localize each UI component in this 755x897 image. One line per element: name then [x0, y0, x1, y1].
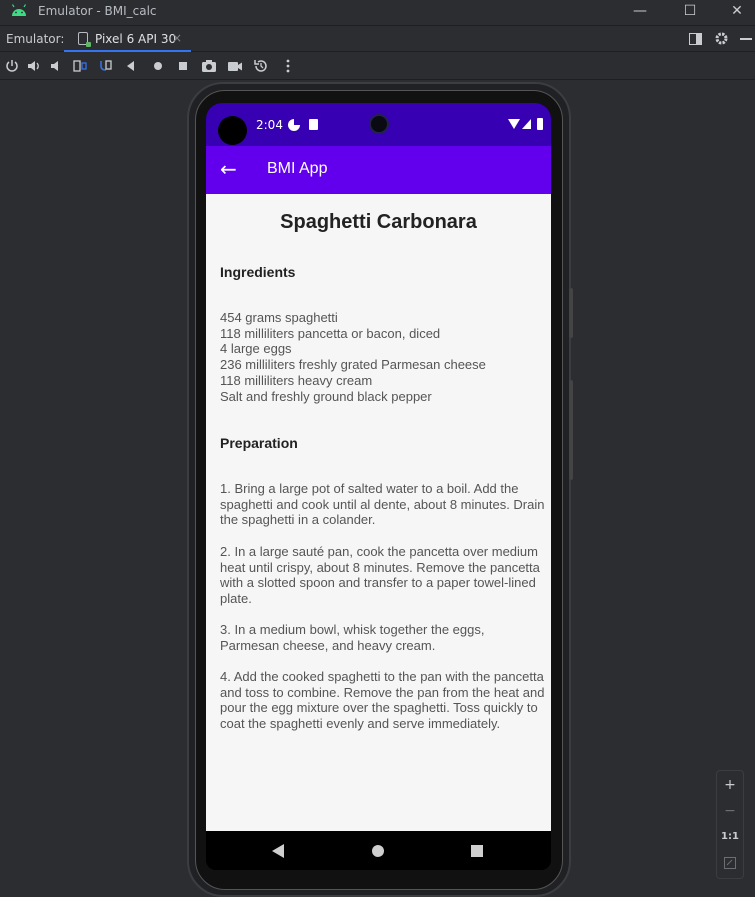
back-icon[interactable]: [123, 58, 139, 74]
fit-screen-icon[interactable]: [724, 857, 736, 869]
nav-back-icon[interactable]: [272, 844, 284, 858]
actual-size-button[interactable]: 1:1: [717, 825, 743, 849]
app-bar: ← BMI App: [206, 146, 551, 194]
layout-icon[interactable]: [689, 33, 702, 45]
preparation-heading: Preparation: [220, 435, 298, 451]
volume-down-icon[interactable]: [48, 58, 64, 74]
tab-close-icon[interactable]: ×: [172, 31, 182, 45]
battery-icon: [537, 118, 543, 130]
wifi-icon: [508, 119, 520, 129]
volume-up-icon[interactable]: [26, 58, 42, 74]
front-camera: [369, 114, 389, 134]
preparation-step: 4. Add the cooked spaghetti to the pan w…: [220, 669, 545, 732]
sim-card-icon: [309, 119, 318, 130]
signal-icon: [522, 119, 531, 129]
emulator-label: Emulator:: [6, 32, 65, 46]
window-title: Emulator - BMI_calc: [38, 4, 157, 18]
window-title-bar: Emulator - BMI_calc — ☐ ✕: [0, 0, 755, 24]
emulator-toolbar: [0, 53, 755, 80]
device-screen[interactable]: 2:04 ← BMI App Spaghetti Carbonara Ingre…: [206, 103, 551, 870]
close-icon[interactable]: ✕: [726, 2, 748, 20]
device-icon: [78, 32, 91, 47]
preparation-step: 1. Bring a large pot of salted water to …: [220, 481, 545, 528]
android-icon: [11, 4, 27, 16]
preparation-step: 3. In a medium bowl, whisk together the …: [220, 622, 485, 653]
emulator-tab-strip: Emulator: Pixel 6 API 30 ×: [0, 25, 755, 52]
zoom-in-button[interactable]: +: [717, 773, 743, 797]
app-title: BMI App: [267, 160, 328, 177]
tab-label: Pixel 6 API 30: [95, 32, 177, 46]
arrow-back-icon[interactable]: ←: [220, 158, 240, 180]
more-icon[interactable]: [280, 58, 296, 74]
minus-icon[interactable]: [740, 38, 752, 40]
device-power-button[interactable]: [569, 288, 573, 338]
home-icon[interactable]: [150, 58, 166, 74]
gear-icon[interactable]: [714, 31, 729, 46]
screen-dot: [218, 116, 247, 145]
zoom-out-button[interactable]: −: [717, 799, 743, 823]
tab-pixel-6[interactable]: Pixel 6 API 30 ×: [64, 26, 191, 52]
data-saver-icon: [288, 119, 300, 131]
nav-bar: [206, 831, 551, 870]
status-bar: 2:04: [206, 103, 551, 146]
rotate-left-icon[interactable]: [72, 58, 88, 74]
nav-recents-icon[interactable]: [471, 845, 483, 857]
status-time: 2:04: [256, 118, 283, 132]
device-volume-button[interactable]: [569, 380, 573, 480]
recipe-content: Spaghetti Carbonara Ingredients 454 gram…: [206, 194, 551, 831]
preparation-step: 2. In a large sauté pan, cook the pancet…: [220, 544, 540, 607]
ingredients-heading: Ingredients: [220, 264, 296, 280]
nav-home-icon[interactable]: [372, 845, 384, 857]
power-icon[interactable]: [4, 58, 20, 74]
ingredients-list: 454 grams spaghetti 118 milliliters panc…: [220, 310, 486, 404]
screenshot-icon[interactable]: [201, 58, 217, 74]
snapshot-icon[interactable]: [253, 58, 269, 74]
maximize-icon[interactable]: ☐: [679, 2, 701, 20]
rotate-right-icon[interactable]: [97, 58, 113, 74]
record-icon[interactable]: [227, 58, 243, 74]
zoom-panel: + − 1:1: [716, 770, 744, 879]
minimize-icon[interactable]: —: [629, 2, 651, 20]
recipe-title: Spaghetti Carbonara: [280, 211, 477, 233]
overview-icon[interactable]: [175, 58, 191, 74]
